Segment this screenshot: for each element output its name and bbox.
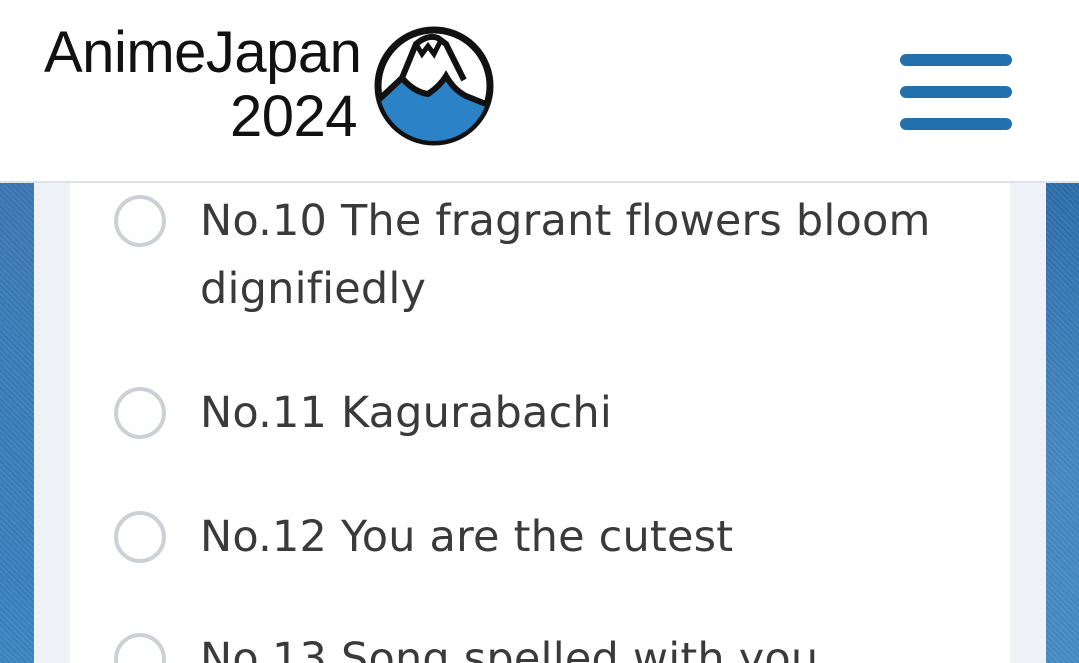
hamburger-menu-icon-bar xyxy=(900,118,1012,130)
radio-button[interactable] xyxy=(114,387,166,439)
poll-option-11[interactable]: No.11 Kagurabachi xyxy=(114,385,994,445)
option-label: No.10 The fragrant flowers bloom dignifi… xyxy=(200,196,931,314)
poll-option-13[interactable]: No.13 Song spelled with you xyxy=(114,631,994,663)
option-label: No.12 You are the cutest xyxy=(200,512,734,562)
mount-fuji-emblem-icon xyxy=(374,26,494,146)
radio-button[interactable] xyxy=(114,633,166,663)
poll-option-12[interactable]: No.12 You are the cutest xyxy=(114,509,994,569)
logo-title: AnimeJapan xyxy=(44,20,362,85)
logo-year: 2024 xyxy=(230,84,358,149)
radio-button[interactable] xyxy=(114,195,166,247)
radio-button[interactable] xyxy=(114,511,166,563)
site-header: AnimeJapan 2024 xyxy=(0,0,1079,183)
poll-option-10[interactable]: No.10 The fragrant flowers bloom dignifi… xyxy=(114,193,994,333)
option-label: No.13 Song spelled with you xyxy=(200,634,819,663)
hamburger-menu-icon-bar xyxy=(900,86,1012,98)
menu-button[interactable] xyxy=(898,50,1014,134)
option-label: No.11 Kagurabachi xyxy=(200,388,613,438)
hamburger-menu-icon xyxy=(900,54,1012,66)
